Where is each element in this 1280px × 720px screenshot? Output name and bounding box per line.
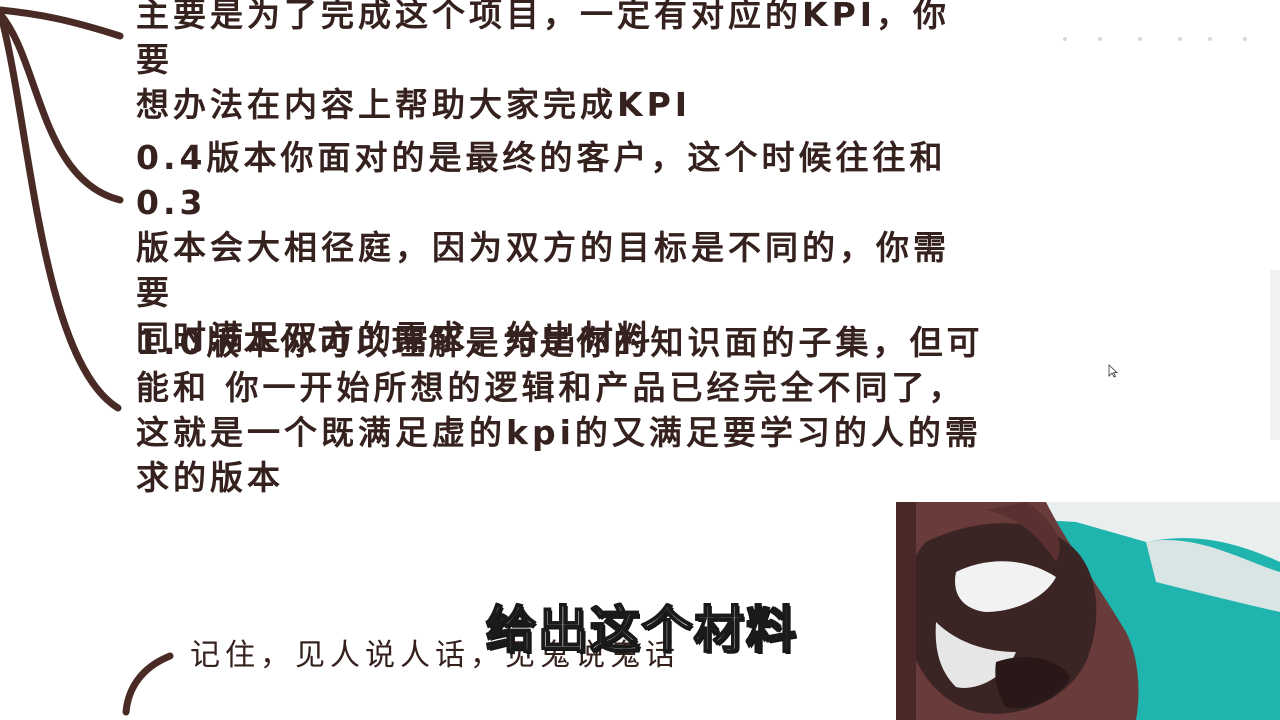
branch-to-remember-note — [122, 652, 174, 716]
branch-to-version-10-note — [0, 8, 122, 412]
webcam-overlay — [896, 502, 1280, 720]
note-kpi: 主要是为了完成这个项目，一定有对应的KPI，你要 想办法在内容上帮助大家完成KP… — [136, 0, 951, 124]
scrollbar-track[interactable] — [1270, 270, 1280, 440]
mouse-pointer-icon — [1108, 364, 1118, 378]
toolbar-faint-icons — [1063, 37, 1247, 41]
webcam-image — [896, 502, 1280, 720]
note-version-10: 1.0版本你可以理解是为是你的知识面的子集，但可 能和 你一开始所想的逻辑和产品… — [136, 323, 984, 497]
mindmap-canvas: 主要是为了完成这个项目，一定有对应的KPI，你要 想办法在内容上帮助大家完成KP… — [0, 0, 1280, 720]
branch-to-kpi-note — [0, 6, 124, 40]
video-subtitle: 给出这个材料 — [485, 600, 798, 660]
